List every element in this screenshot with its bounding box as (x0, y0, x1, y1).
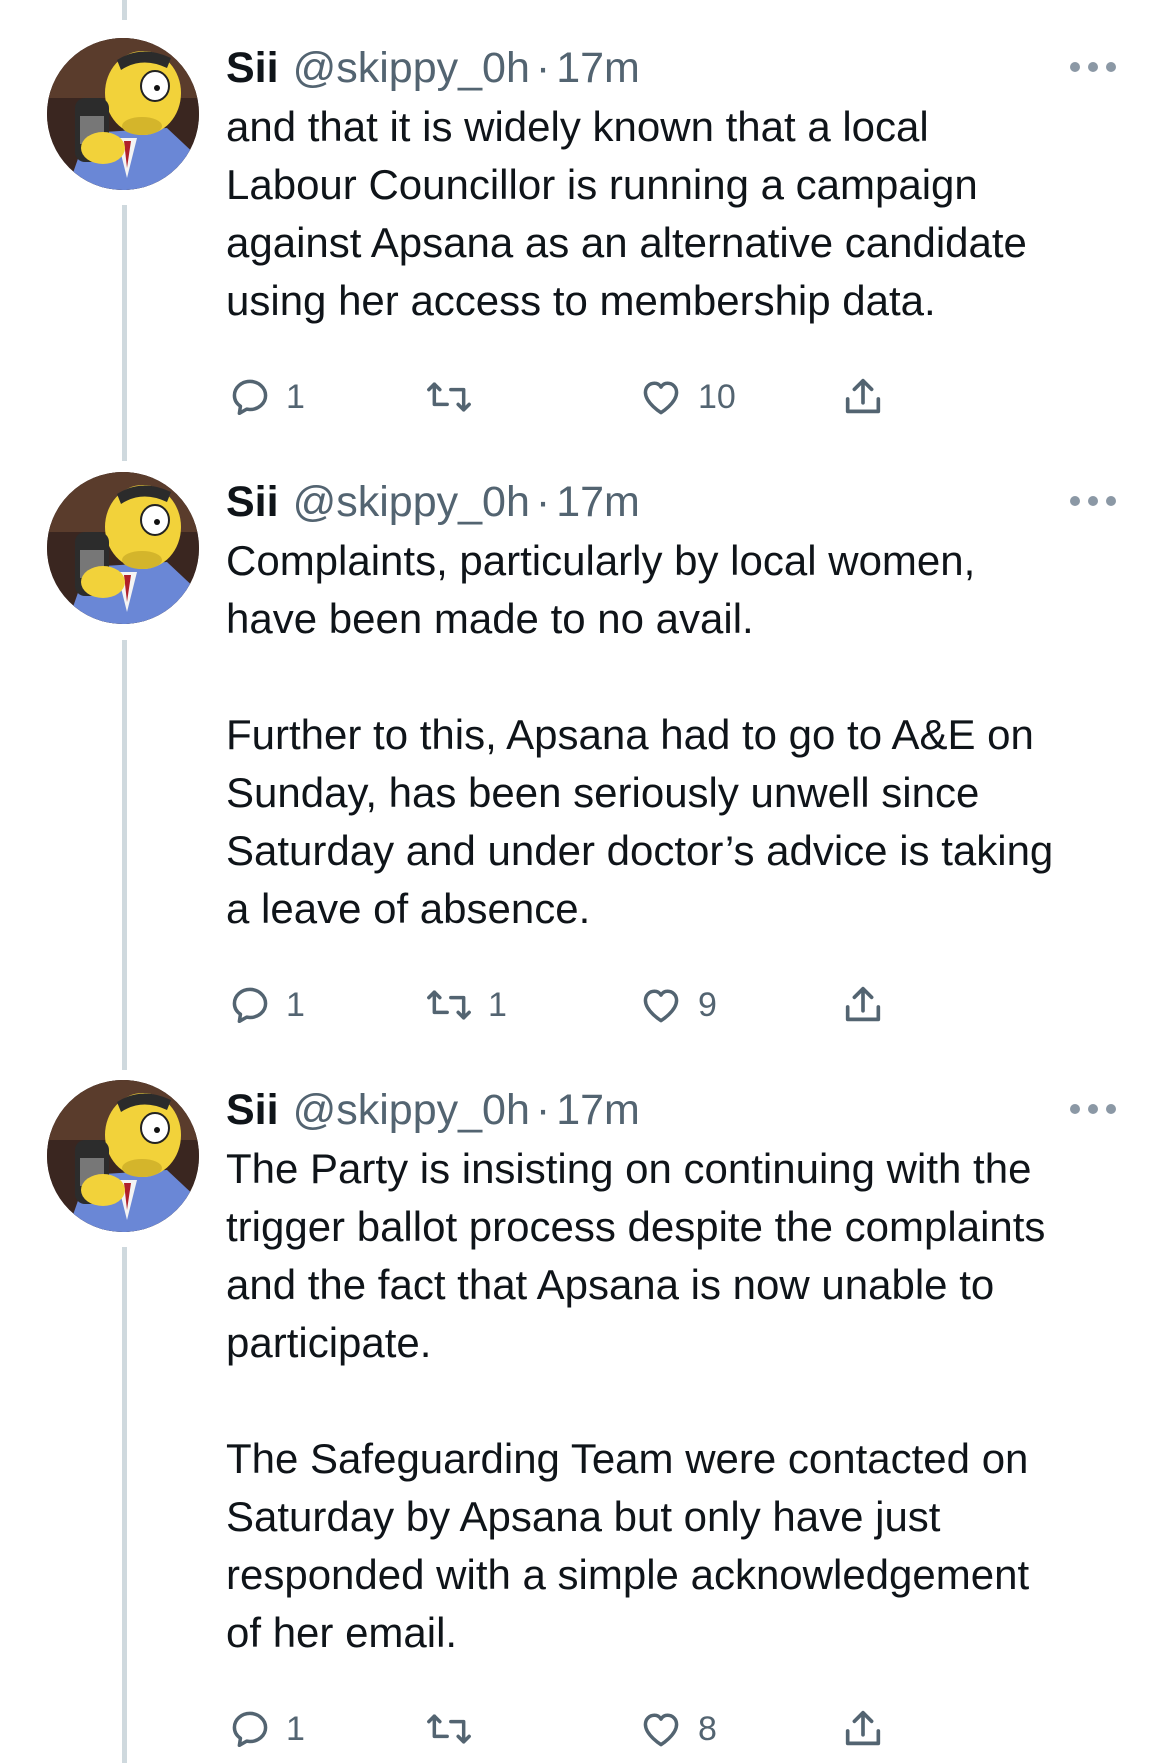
reply-button[interactable]: 1 (228, 975, 305, 1035)
tweet-content: Sii @skippy_0h · 17m Complaints, particu… (226, 472, 1126, 1035)
reply-count: 1 (286, 985, 305, 1024)
thread-line (122, 205, 127, 461)
separator-dot: · (535, 1086, 551, 1134)
share-icon (845, 986, 881, 1022)
author-name[interactable]: Sii (226, 1080, 279, 1140)
separator-dot: · (535, 478, 551, 526)
like-count: 10 (698, 377, 736, 416)
tweet-timestamp[interactable]: 17m (556, 1080, 640, 1140)
author-name[interactable]: Sii (226, 472, 279, 532)
thread-line-top (122, 0, 127, 20)
retweet-icon (427, 382, 471, 412)
thread-line (122, 640, 127, 1070)
share-button[interactable] (840, 975, 886, 1035)
reply-count: 1 (286, 1709, 305, 1748)
heart-icon (643, 1713, 679, 1747)
share-icon (845, 378, 881, 414)
reply-count: 1 (286, 377, 305, 416)
reply-button[interactable]: 1 (228, 1699, 305, 1759)
like-count: 8 (698, 1709, 717, 1748)
retweet-button[interactable] (424, 367, 488, 427)
like-button[interactable]: 9 (638, 975, 717, 1035)
thread-line (122, 1247, 127, 1763)
tweet-content: Sii @skippy_0h · 17m and that it is wide… (226, 38, 1126, 427)
tweet-actions: 1 1 9 (226, 975, 1126, 1035)
tweet-timestamp[interactable]: 17m (556, 472, 640, 532)
retweet-button[interactable]: 1 (424, 975, 507, 1035)
reply-button[interactable]: 1 (228, 367, 305, 427)
author-handle[interactable]: @skippy_0h (293, 472, 530, 532)
tweet-text: The Party is insisting on continuing wit… (226, 1145, 1046, 1656)
share-icon (845, 1710, 881, 1746)
reply-icon (232, 1711, 268, 1748)
reply-icon (232, 987, 268, 1024)
separator-dot: · (535, 44, 551, 92)
more-icon[interactable] (1070, 1102, 1116, 1116)
like-button[interactable]: 8 (638, 1699, 717, 1759)
tweet-header: Sii @skippy_0h · 17m (226, 472, 1126, 532)
more-icon[interactable] (1070, 494, 1116, 508)
tweet-actions: 1 8 (226, 1699, 1126, 1759)
author-name[interactable]: Sii (226, 38, 279, 98)
retweet-count: 1 (488, 985, 507, 1024)
author-handle[interactable]: @skippy_0h (293, 1080, 530, 1140)
share-button[interactable] (840, 1699, 886, 1759)
author-handle[interactable]: @skippy_0h (293, 38, 530, 98)
tweet-text: Complaints, particularly by local women,… (226, 537, 1054, 932)
share-button[interactable] (840, 367, 886, 427)
heart-icon (643, 989, 679, 1023)
tweet-content: Sii @skippy_0h · 17m The Party is insist… (226, 1080, 1126, 1759)
avatar[interactable] (47, 472, 199, 624)
heart-icon (643, 381, 679, 415)
reply-icon (232, 379, 268, 416)
tweet-timestamp[interactable]: 17m (556, 38, 640, 98)
more-icon[interactable] (1070, 60, 1116, 74)
retweet-icon (427, 1714, 471, 1744)
like-button[interactable]: 10 (638, 367, 736, 427)
avatar[interactable] (47, 38, 199, 190)
retweet-icon (427, 990, 471, 1020)
avatar[interactable] (47, 1080, 199, 1232)
tweet-actions: 1 10 (226, 367, 1126, 427)
retweet-button[interactable] (424, 1699, 488, 1759)
tweet-header: Sii @skippy_0h · 17m (226, 1080, 1126, 1140)
tweet-header: Sii @skippy_0h · 17m (226, 38, 1126, 98)
tweet-text: and that it is widely known that a local… (226, 103, 1027, 324)
like-count: 9 (698, 985, 717, 1024)
